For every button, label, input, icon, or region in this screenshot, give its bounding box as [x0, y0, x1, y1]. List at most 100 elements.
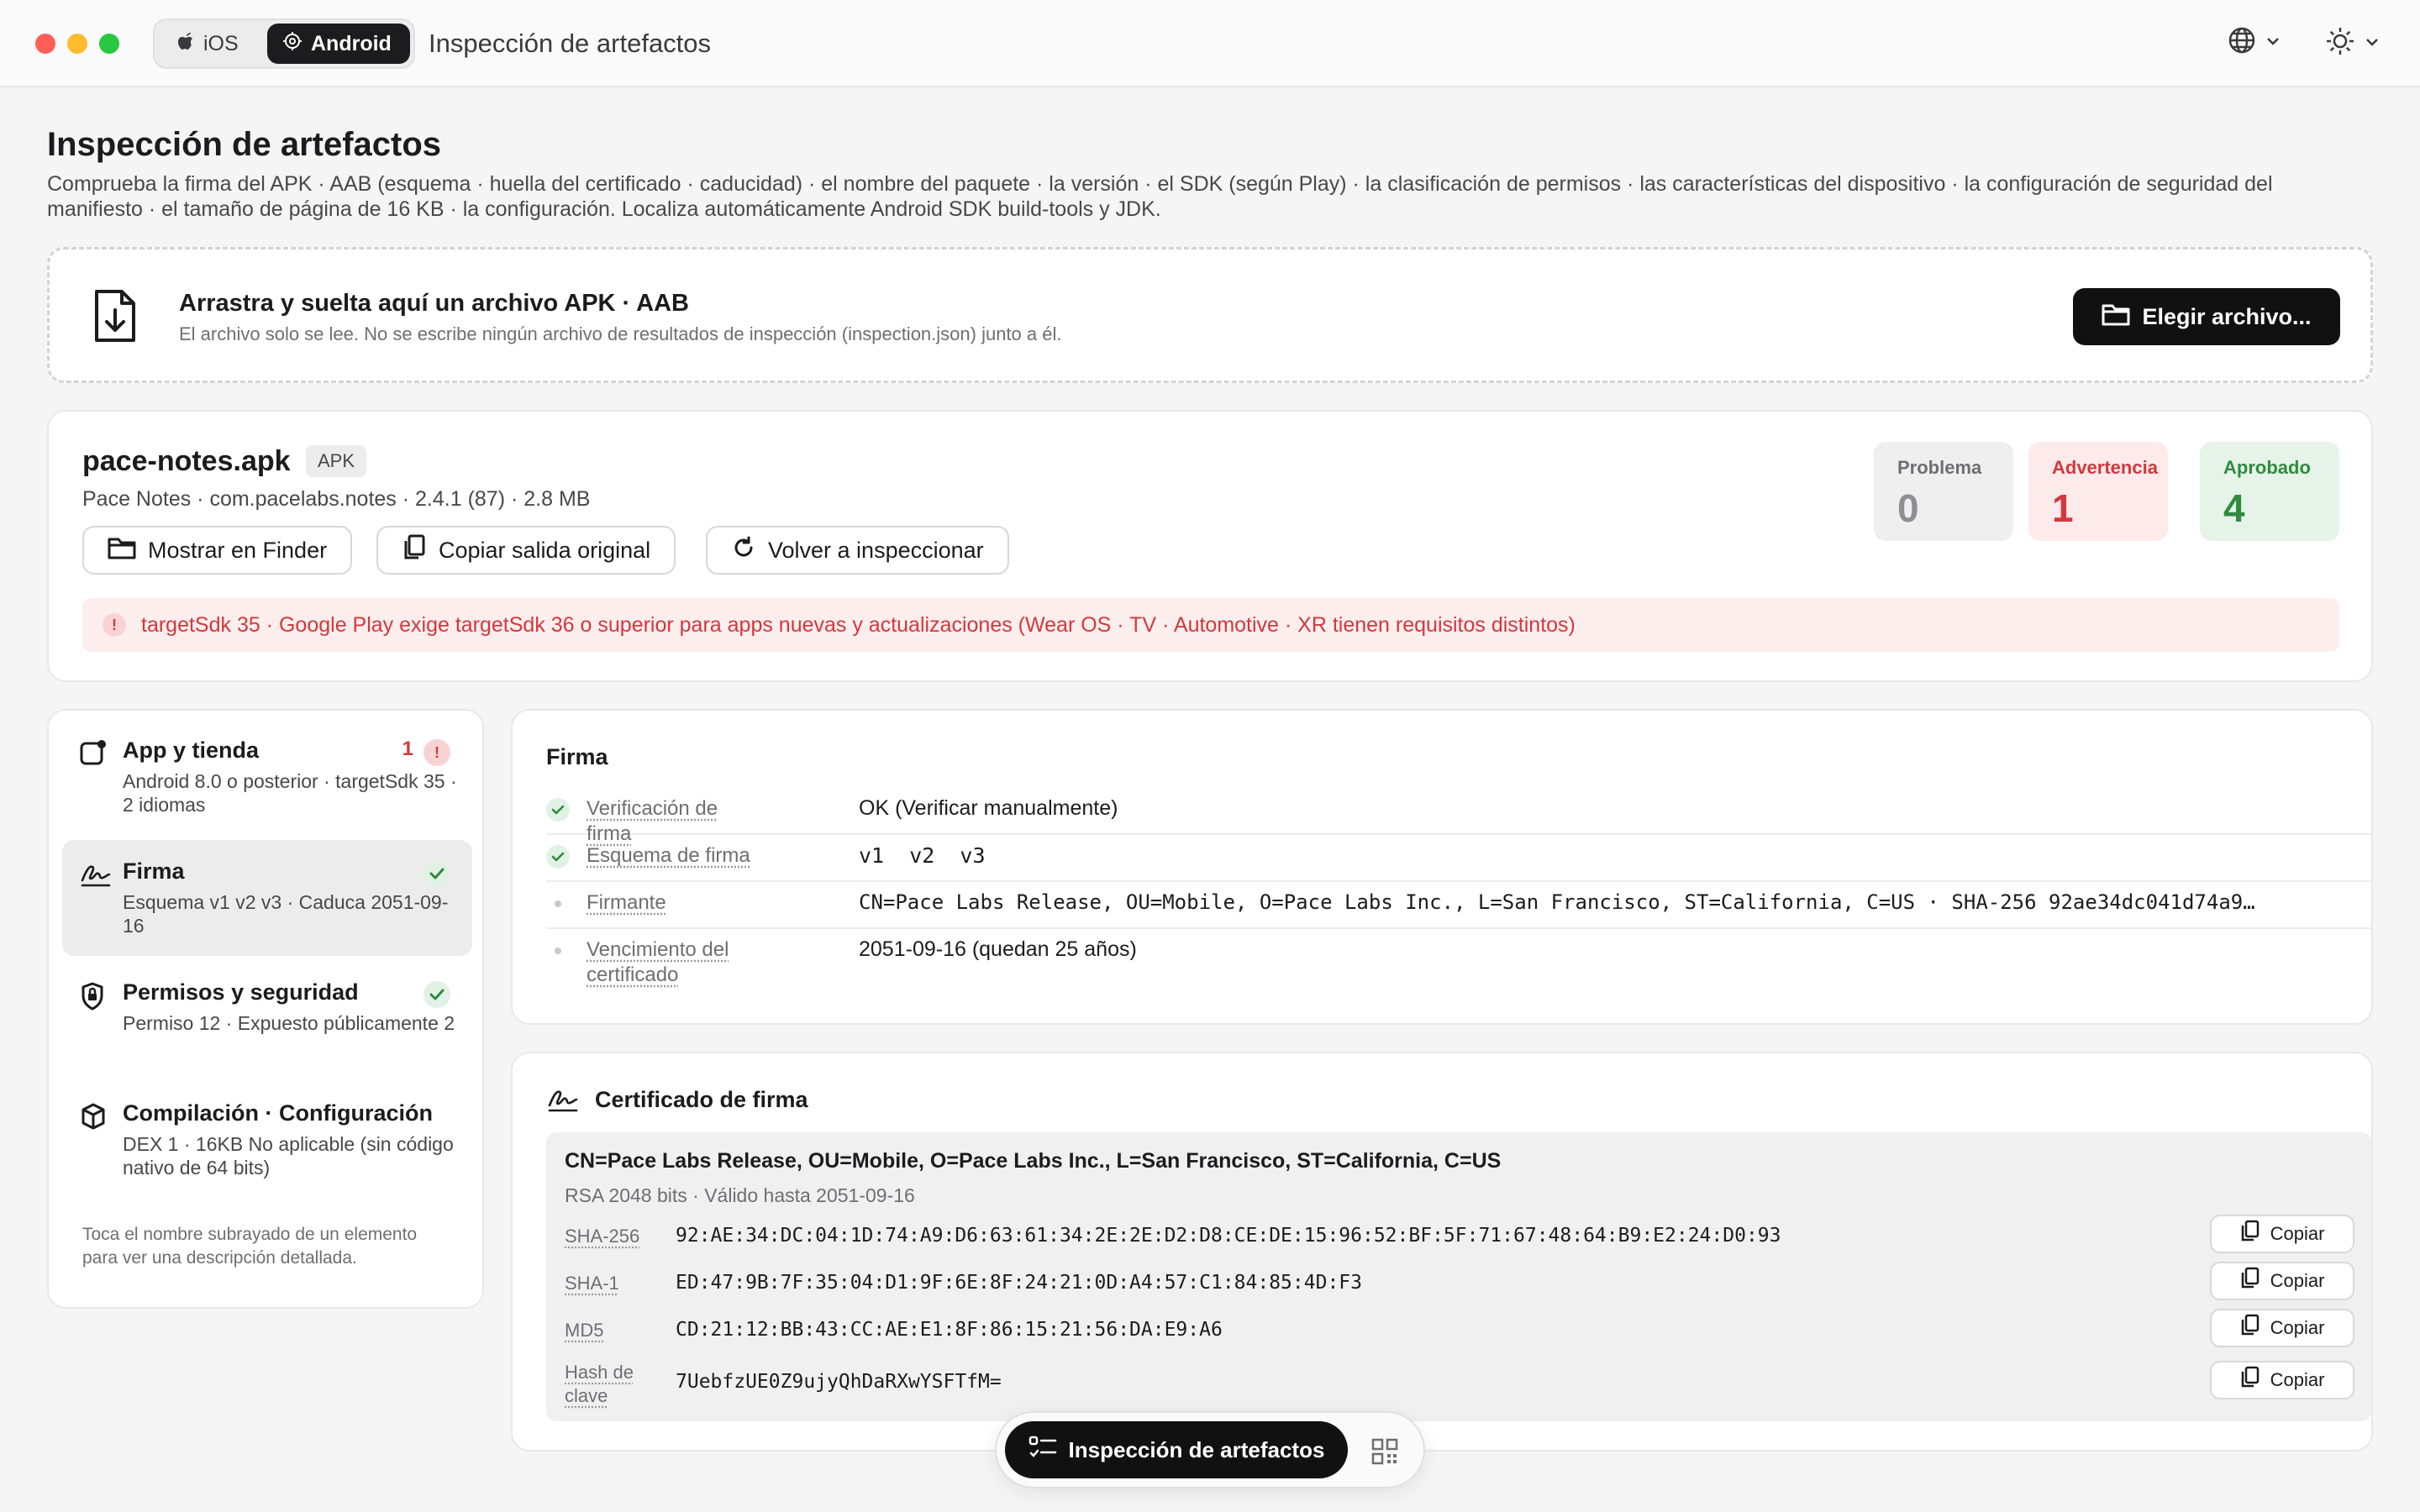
copy-label: Copiar [2270, 1270, 2325, 1291]
copy-icon [2240, 1366, 2260, 1394]
file-name: pace-notes.apk [82, 445, 291, 477]
warning-count-badge: 1 [402, 738, 413, 760]
warning-stat-label: Advertencia [2052, 457, 2158, 478]
signer-key[interactable]: Firmante [587, 890, 755, 916]
signature-scheme-key[interactable]: Esquema de firma [587, 843, 755, 869]
warning-stat-value: 1 [2052, 486, 2074, 530]
artifact-inspection-label: Inspección de artefactos [1068, 1436, 1325, 1462]
platform-segmented-control: iOS Android [153, 18, 415, 69]
sidebar-item-title: Permisos y seguridad [123, 979, 359, 1005]
hash-row: MD5 CD:21:12:BB:43:CC:AE:E1:8F:86:15:21:… [565, 1309, 2354, 1352]
page-title: Inspección de artefactos [47, 126, 442, 163]
zoom-window-button[interactable] [99, 34, 119, 54]
copy-label: Copiar [2270, 1317, 2325, 1338]
check-icon [546, 798, 570, 822]
sidebar-item-signature[interactable]: Firma Esquema v1 v2 v3 · Caduca 2051-09-… [62, 840, 472, 956]
file-summary-card: pace-notes.apk APK Pace Notes · com.pace… [47, 410, 2373, 682]
copy-sha1-button[interactable]: Copiar [2210, 1262, 2354, 1300]
cube-icon [79, 1102, 108, 1135]
exclamation-icon: ! [103, 613, 126, 637]
md5-value: CD:21:12:BB:43:CC:AE:E1:8F:86:15:21:56:D… [676, 1319, 1223, 1341]
certificate-expiry-key[interactable]: Vencimiento del certificado [587, 937, 755, 988]
sidebar-help-note: Toca el nombre subrayado de un elemento … [82, 1225, 418, 1268]
appearance-menu[interactable] [2324, 25, 2380, 61]
copy-md5-button[interactable]: Copiar [2210, 1309, 2354, 1347]
dot-icon [546, 892, 570, 916]
signature-row: Firmante CN=Pace Labs Release, OU=Mobile… [546, 882, 2371, 929]
tab-android[interactable]: Android [267, 24, 410, 64]
hash-row: SHA-256 92:AE:34:DC:04:1D:74:A9:D6:63:61… [565, 1215, 2354, 1258]
tab-ios-label: iOS [203, 31, 239, 55]
sidebar-item-app-store[interactable]: App y tienda 1 ! Android 8.0 o posterior… [62, 719, 472, 835]
language-menu[interactable] [2227, 25, 2281, 60]
sidebar-item-build-config[interactable]: Compilación · Configuración DEX 1 · 16KB… [62, 1082, 472, 1198]
app-badge-icon [79, 739, 108, 772]
warning-message: targetSdk 35 · Google Play exige targetS… [141, 612, 1576, 637]
dot-icon [546, 939, 570, 963]
signature-scheme-value: v1 v2 v3 [859, 843, 986, 868]
check-icon [546, 845, 570, 869]
key-hash-value: 7UebfzUE0Z9ujyQhDaRXwYSFTfM= [676, 1371, 1002, 1393]
warning-stat: Advertencia 1 [2028, 442, 2168, 541]
signature-row: Verificación de firma OK (Verificar manu… [546, 788, 2371, 845]
sha256-key[interactable]: SHA-256 [565, 1225, 649, 1248]
md5-key[interactable]: MD5 [565, 1319, 649, 1342]
minimize-window-button[interactable] [67, 34, 87, 54]
copy-icon [2240, 1220, 2260, 1248]
sidebar-item-permissions[interactable]: Permisos y seguridad Permiso 12 · Expues… [62, 961, 472, 1077]
certificate-meta: RSA 2048 bits · Válido hasta 2051-09-16 [565, 1184, 915, 1206]
show-in-finder-button[interactable]: Mostrar en Finder [82, 526, 353, 575]
tab-ios[interactable]: iOS [161, 24, 254, 64]
globe-icon [2227, 25, 2257, 60]
certificate-details: CN=Pace Labs Release, OU=Mobile, O=Pace … [546, 1132, 2371, 1421]
sidebar-item-title: App y tienda [123, 738, 260, 763]
file-dropzone[interactable]: Arrastra y suelta aquí un archivo APK · … [47, 247, 2373, 383]
passed-stat-label: Aprobado [2223, 457, 2311, 478]
file-download-icon [92, 288, 139, 348]
passed-stat: Aprobado 4 [2200, 442, 2339, 541]
signer-value: CN=Pace Labs Release, OU=Mobile, O=Pace … [859, 890, 2255, 914]
copy-key-hash-button[interactable]: Copiar [2210, 1361, 2354, 1399]
problem-stat: Problema 0 [1874, 442, 2013, 541]
file-meta: Pace Notes · com.pacelabs.notes · 2.4.1 … [82, 487, 591, 511]
shield-icon [79, 981, 106, 1016]
sidebar-item-subtitle: Esquema v1 v2 v3 · Caduca 2051-09-16 [123, 891, 449, 937]
choose-file-button[interactable]: Elegir archivo... [2073, 288, 2340, 345]
copy-label: Copiar [2270, 1369, 2325, 1390]
signature-section-title: Firma [546, 744, 608, 769]
hash-row: Hash de clave 7UebfzUE0Z9ujyQhDaRXwYSFTf… [565, 1361, 2354, 1411]
key-hash-key[interactable]: Hash de clave [565, 1361, 640, 1408]
sidebar-item-subtitle: Permiso 12 · Expuesto públicamente 2 [123, 1012, 455, 1034]
sidebar-item-subtitle: DEX 1 · 16KB No aplicable (sin código na… [123, 1133, 454, 1179]
sha1-key[interactable]: SHA-1 [565, 1272, 649, 1295]
choose-file-label: Elegir archivo... [2142, 303, 2312, 329]
checklist-icon [1028, 1435, 1057, 1466]
signature-card: Firma Verificación de firma OK (Verifica… [511, 709, 2373, 1025]
signature-icon [546, 1085, 580, 1118]
reinspect-button[interactable]: Volver a inspeccionar [706, 526, 1009, 575]
hash-row: SHA-1 ED:47:9B:7F:35:04:D1:9F:6E:8F:24:2… [565, 1262, 2354, 1305]
file-type-tag: APK [306, 445, 367, 477]
copy-icon [402, 534, 427, 567]
show-in-finder-label: Mostrar en Finder [148, 537, 328, 563]
check-icon [424, 860, 450, 887]
sidebar-item-subtitle: Android 8.0 o posterior · targetSdk 35 ·… [123, 770, 457, 816]
copy-label: Copiar [2270, 1223, 2325, 1244]
section-sidebar: App y tienda 1 ! Android 8.0 o posterior… [47, 709, 484, 1309]
copy-sha256-button[interactable]: Copiar [2210, 1215, 2354, 1253]
close-window-button[interactable] [35, 34, 55, 54]
qr-code-icon[interactable] [1371, 1438, 1398, 1469]
sun-icon [2324, 25, 2356, 61]
dropzone-subtitle: El archivo solo se lee. No se escribe ni… [179, 323, 1062, 344]
signature-verification-value: OK (Verificar manualmente) [859, 796, 1118, 820]
refresh-icon [731, 535, 756, 566]
chevron-down-icon [2365, 36, 2380, 51]
exclamation-icon: ! [424, 739, 450, 766]
artifact-inspection-button[interactable]: Inspección de artefactos [1005, 1421, 1348, 1478]
apple-icon [176, 31, 195, 57]
passed-stat-value: 4 [2223, 486, 2245, 530]
certificate-expiry-value: 2051-09-16 (quedan 25 años) [859, 937, 1137, 961]
signature-icon [79, 860, 113, 893]
signature-row: Esquema de firma v1 v2 v3 [546, 835, 2371, 882]
copy-raw-output-button[interactable]: Copiar salida original [376, 526, 676, 575]
